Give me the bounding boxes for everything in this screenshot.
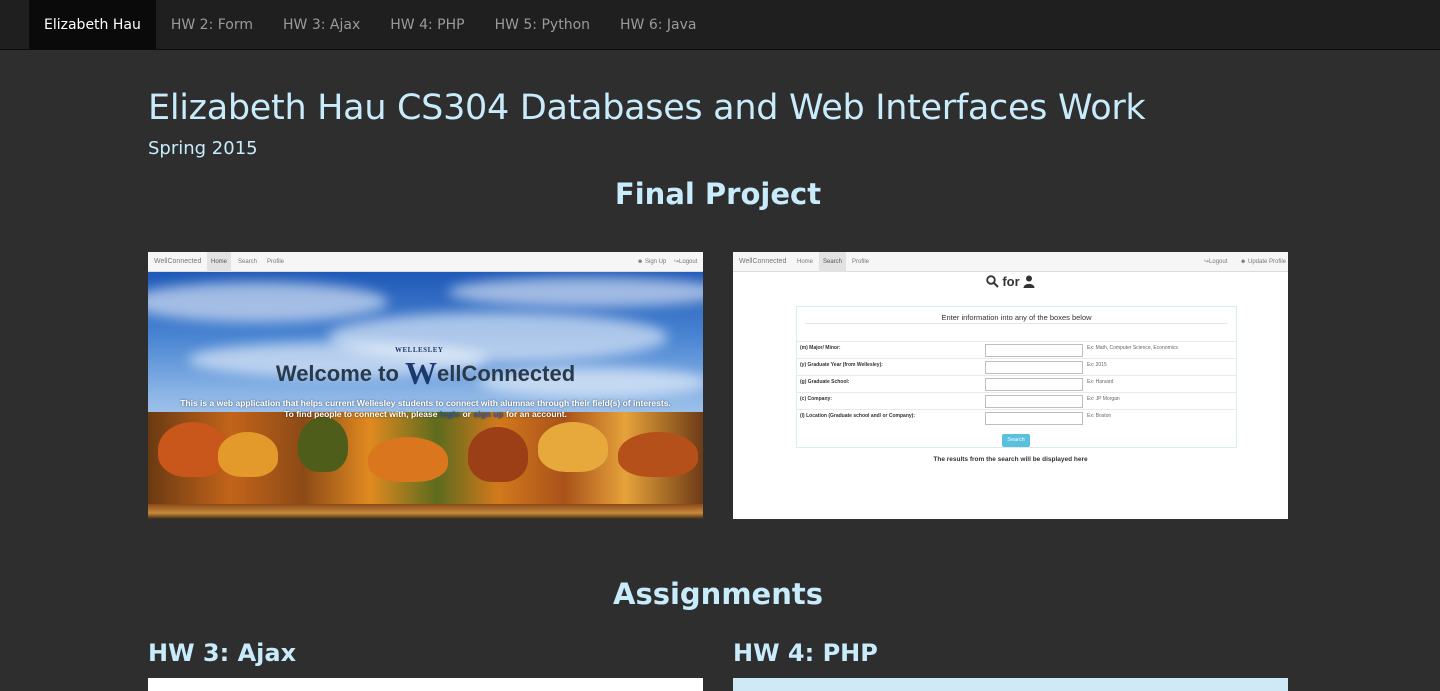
update-profile-label: Update Profile (1248, 259, 1287, 265)
nav-links: Elizabeth Hau HW 2: Form HW 3: Ajax HW 4… (29, 0, 711, 50)
mini-nav-logout: ↪Logout (670, 252, 701, 272)
mini-nav-profile: Profile (267, 259, 285, 265)
nav-item-hw2[interactable]: HW 2: Form (156, 0, 268, 50)
form-row-company: (c) Company: Ex: JP Morgan (797, 392, 1236, 409)
welcome-prefix: Welcome to (275, 361, 399, 386)
signup-label: Sign Up (645, 259, 667, 265)
user-icon: ☻ (637, 259, 644, 265)
field-hint: Ex: 2015 (1087, 362, 1107, 368)
hw4-screenshot[interactable] (733, 678, 1288, 691)
search-icon (986, 274, 1003, 289)
person-icon (1023, 274, 1035, 289)
search-for-label: for (1002, 274, 1020, 289)
blurb-line-1: This is a web application that helps cur… (180, 398, 671, 408)
location-input (985, 412, 1083, 425)
hw4-title: HW 4: PHP (733, 639, 878, 667)
form-intro: Enter information into any of the boxes … (941, 313, 1092, 322)
mini-nav-signup: ☻ Sign Up (633, 252, 670, 272)
nav-item-hw3[interactable]: HW 3: Ajax (268, 0, 375, 50)
hw3-title: HW 3: Ajax (148, 639, 297, 667)
nav-item-hw4[interactable]: HW 4: PHP (375, 0, 479, 50)
page-subtitle: Spring 2015 (148, 138, 258, 159)
blurb-line-2: To find people to connect with, please l… (148, 409, 703, 420)
field-label: (l) Location (Graduate school and/ or Co… (800, 413, 916, 419)
field-label: (y) Graduate Year (from Wellesley): (800, 362, 883, 368)
field-label: (m) Major/ Minor: (800, 345, 841, 351)
logout-label: Logout (1209, 259, 1228, 265)
mini-nav-brand: WellConnected (739, 258, 787, 265)
wellesley-logo-text: WELLESLEY (395, 346, 444, 354)
mini-nav-search: Search (819, 252, 847, 272)
mini-nav-home: Home (797, 259, 814, 265)
mini-navbar: WellConnected Home Search Profile ↪Logou… (733, 252, 1288, 272)
nav-item-hw5[interactable]: HW 5: Python (480, 0, 605, 50)
field-hint: Ex: Boston (1087, 413, 1112, 419)
top-navbar: Elizabeth Hau HW 2: Form HW 3: Ajax HW 4… (0, 0, 1440, 50)
final-project-heading: Final Project (614, 177, 822, 211)
field-hint: Ex: Harvard (1087, 379, 1114, 385)
form-row-major: (m) Major/ Minor: Ex: Math, Computer Sci… (797, 341, 1236, 358)
user-icon: ☻ (1240, 259, 1247, 265)
signup-link: sign up (473, 409, 504, 419)
blurb-or: or (462, 409, 471, 419)
logout-label: Logout (679, 259, 698, 265)
form-row-grad-year: (y) Graduate Year (from Wellesley): Ex: … (797, 358, 1236, 375)
field-hint: Ex: JP Morgan (1087, 396, 1120, 402)
search-for-heading: for (733, 274, 1288, 289)
wellesley-w-logo: W (405, 355, 438, 391)
field-hint: Ex: Math, Computer Science, Economics (1087, 345, 1178, 351)
assignments-heading: Assignments (613, 577, 823, 611)
welcome-blurb: This is a web application that helps cur… (148, 398, 703, 420)
results-note: The results from the search will be disp… (933, 456, 1088, 463)
form-row-location: (l) Location (Graduate school and/ or Co… (797, 409, 1236, 426)
grad-school-input (985, 378, 1083, 391)
company-input (985, 395, 1083, 408)
field-label: (c) Company: (800, 396, 832, 402)
nav-brand[interactable]: Elizabeth Hau (29, 0, 156, 50)
mini-nav-search: Search (238, 259, 258, 265)
autumn-landscape-image: Welcome to WellConnected WELLESLEY This … (148, 272, 703, 519)
nav-item-hw6[interactable]: HW 6: Java (605, 0, 711, 50)
page-title: Elizabeth Hau CS304 Databases and Web In… (148, 88, 1146, 128)
login-link: login (439, 409, 461, 419)
mini-nav-home: Home (207, 252, 232, 272)
grad-year-input (985, 361, 1083, 374)
final-project-search-screenshot[interactable]: WellConnected Home Search Profile ↪Logou… (733, 252, 1288, 519)
hw3-screenshot[interactable] (148, 678, 703, 691)
field-label: (g) Graduate School: (800, 379, 850, 385)
mini-navbar: WellConnected Home Search Profile ☻ Sign… (148, 252, 703, 272)
blurb-text: To find people to connect with, please (284, 409, 438, 419)
search-button: Search (1002, 434, 1030, 447)
mini-nav-logout: ↪Logout (1200, 252, 1231, 272)
blurb-end: for an account. (505, 409, 567, 419)
major-input (985, 344, 1083, 357)
mini-nav-profile: Profile (852, 259, 870, 265)
form-row-grad-school: (g) Graduate School: Ex: Harvard (797, 375, 1236, 392)
welcome-suffix: ellConnected (437, 361, 576, 386)
welcome-banner: Welcome to WellConnected WELLESLEY (148, 346, 703, 391)
final-project-home-screenshot[interactable]: Welcome to WellConnected WELLESLEY This … (148, 252, 703, 519)
mini-nav-brand: WellConnected (154, 258, 202, 265)
mini-nav-update-profile: ☻ Update Profile (1236, 252, 1288, 272)
search-form-panel: Enter information into any of the boxes … (796, 306, 1237, 448)
